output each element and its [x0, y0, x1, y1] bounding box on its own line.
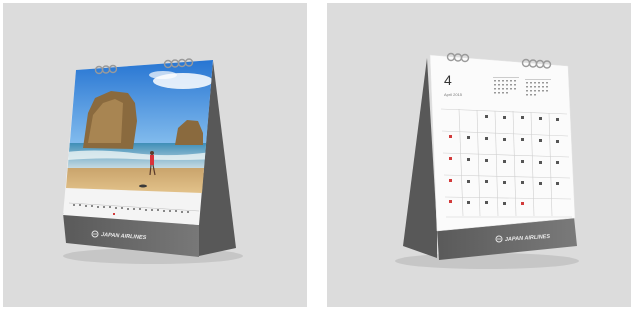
desk-calendar-photo-left: JAPAN AIRLINES — [63, 58, 243, 264]
beach-photo — [66, 60, 213, 193]
dog — [139, 184, 147, 188]
photo-panel-right: 4 April 2015 JAPAN AIRLINES — [327, 3, 631, 307]
person — [150, 155, 154, 165]
month-number: 4 — [444, 72, 452, 88]
cloud — [149, 71, 177, 79]
photo-panel-left: JAPAN AIRLINES — [3, 3, 307, 307]
person-head — [150, 151, 154, 155]
month-caption: April 2015 — [444, 92, 463, 97]
floor-shadow — [395, 253, 579, 269]
desk-calendar-photo-right: 4 April 2015 JAPAN AIRLINES — [395, 52, 579, 269]
